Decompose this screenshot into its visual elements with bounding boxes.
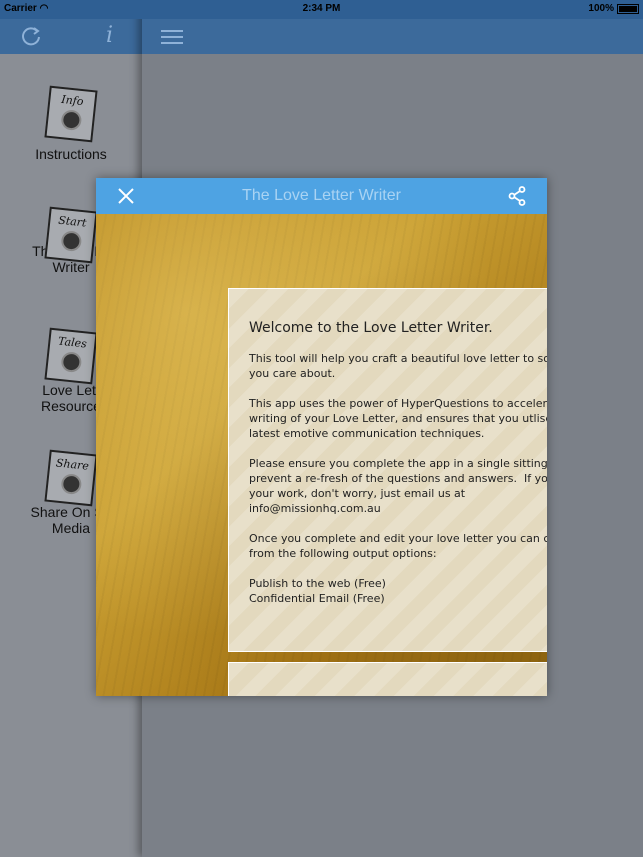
start-tile-icon: Start	[44, 206, 98, 264]
main-toolbar	[142, 19, 643, 54]
love-letter-writer-modal: The Love Letter Writer Welcome to the Lo…	[96, 178, 547, 696]
sidebar-item-instructions[interactable]: Info Instructions	[0, 85, 142, 162]
info-tile-icon: Info	[44, 85, 98, 143]
battery-icon	[617, 3, 639, 14]
modal-body[interactable]: Welcome to the Love Letter Writer. This …	[96, 214, 547, 696]
status-bar: Carrier ◠ 2:34 PM 100%	[0, 0, 643, 19]
sidebar-item-label: Instructions	[35, 146, 107, 162]
paragraph: Once you complete and edit your love let…	[249, 532, 547, 560]
refresh-icon[interactable]	[20, 25, 42, 52]
paragraph: Please ensure you complete the app in a …	[249, 457, 547, 515]
tales-tile-icon: Tales	[44, 327, 98, 385]
share-icon[interactable]	[508, 186, 526, 211]
welcome-heading: Welcome to the Love Letter Writer.	[249, 320, 493, 336]
hamburger-menu-icon[interactable]	[161, 28, 185, 51]
sidebar-toolbar: i	[0, 19, 142, 54]
modal-title: The Love Letter Writer	[242, 187, 401, 204]
paragraph: Publish to the web (Free) Confidential E…	[249, 577, 386, 605]
modal-header: The Love Letter Writer	[96, 178, 547, 214]
paragraph: This tool will help you craft a beautifu…	[249, 352, 547, 380]
battery-indicator: 100%	[588, 3, 639, 14]
welcome-text: Welcome to the Love Letter Writer. This …	[249, 319, 547, 621]
info-icon[interactable]: i	[106, 23, 113, 48]
share-tile-icon: Share	[44, 449, 98, 507]
next-card	[228, 662, 547, 696]
paragraph: This app uses the power of HyperQuestion…	[249, 397, 547, 440]
welcome-card: Welcome to the Love Letter Writer. This …	[228, 288, 547, 652]
clock: 2:34 PM	[302, 3, 341, 14]
